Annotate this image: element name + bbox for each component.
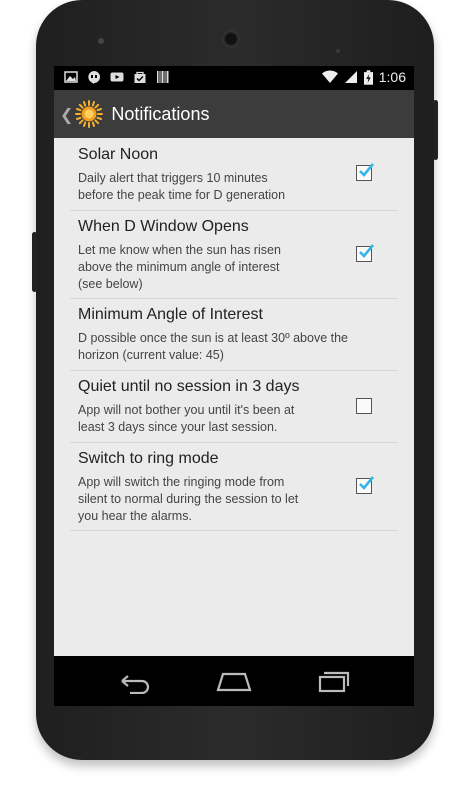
pref-summary-line: horizon (current value: 45)	[78, 348, 224, 362]
pref-solar-noon[interactable]: Solar Noon Daily alert that triggers 10 …	[70, 138, 398, 211]
checkbox-d-window-opens[interactable]	[356, 244, 375, 262]
image-icon	[64, 71, 78, 83]
preferences-list: Solar Noon Daily alert that triggers 10 …	[54, 138, 414, 656]
status-bar: 1:06	[54, 66, 414, 90]
wifi-icon	[321, 70, 338, 83]
pref-summary-line: (see below)	[78, 277, 143, 291]
pref-title: When D Window Opens	[78, 218, 249, 235]
navigation-bar	[54, 656, 414, 706]
pref-title: Solar Noon	[78, 146, 159, 163]
pref-title: Minimum Angle of Interest	[78, 306, 263, 323]
barcode-icon	[157, 71, 169, 83]
checkbox-quiet-until[interactable]	[356, 398, 372, 414]
hangouts-icon	[88, 71, 100, 84]
power-button	[433, 100, 438, 160]
home-icon[interactable]	[214, 668, 254, 694]
up-chevron-icon[interactable]: ❮	[60, 105, 73, 124]
sun-logo-icon[interactable]	[75, 100, 104, 128]
screen: 1:06 ❮ Notifications Solar Noon Daily al…	[54, 66, 414, 706]
pref-summary-line: App will switch the ringing mode from	[78, 475, 285, 489]
status-time: 1:06	[378, 69, 406, 85]
battery-charging-icon	[363, 69, 373, 85]
checkbox-ring-mode[interactable]	[356, 476, 375, 494]
pref-summary-line: you hear the alarms.	[78, 509, 192, 523]
pref-title: Quiet until no session in 3 days	[78, 378, 300, 395]
pref-summary-line: silent to normal during the session to l…	[78, 492, 299, 506]
pref-summary-line: App will not bother you until it's been …	[78, 403, 295, 417]
pref-ring-mode[interactable]: Switch to ring mode App will switch the …	[70, 442, 398, 531]
pref-summary-line: D possible once the sun is at least 30º …	[78, 331, 349, 345]
checkmark-icon	[359, 476, 375, 490]
volume-button	[32, 232, 37, 292]
proximity-sensor	[336, 38, 350, 72]
phone-frame: 1:06 ❮ Notifications Solar Noon Daily al…	[32, 0, 438, 760]
pref-quiet-until[interactable]: Quiet until no session in 3 days App wil…	[70, 370, 398, 443]
pref-title: Switch to ring mode	[78, 450, 219, 467]
bag-check-icon	[134, 71, 146, 83]
checkbox-solar-noon[interactable]	[356, 163, 375, 181]
page-title: Notifications	[111, 103, 210, 124]
front-camera	[98, 38, 104, 44]
pref-summary-line: Let me know when the sun has risen	[78, 243, 281, 257]
earpiece-speaker	[222, 30, 240, 48]
pref-summary-line: Daily alert that triggers 10 minutes	[78, 171, 268, 185]
action-bar: ❮ Notifications	[54, 90, 414, 138]
checkmark-icon	[359, 244, 375, 258]
pref-summary-line: least 3 days since your last session.	[78, 420, 278, 434]
signal-icon	[344, 71, 357, 83]
pref-d-window-opens[interactable]: When D Window Opens Let me know when the…	[70, 210, 398, 299]
back-icon[interactable]	[114, 668, 154, 694]
pref-summary-line: above the minimum angle of interest	[78, 260, 280, 274]
youtube-icon	[110, 72, 124, 82]
pref-summary-line: before the peak time for D generation	[78, 188, 286, 202]
recents-icon[interactable]	[312, 668, 352, 694]
checkmark-icon	[359, 163, 375, 177]
pref-minimum-angle[interactable]: Minimum Angle of Interest D possible onc…	[70, 298, 398, 371]
